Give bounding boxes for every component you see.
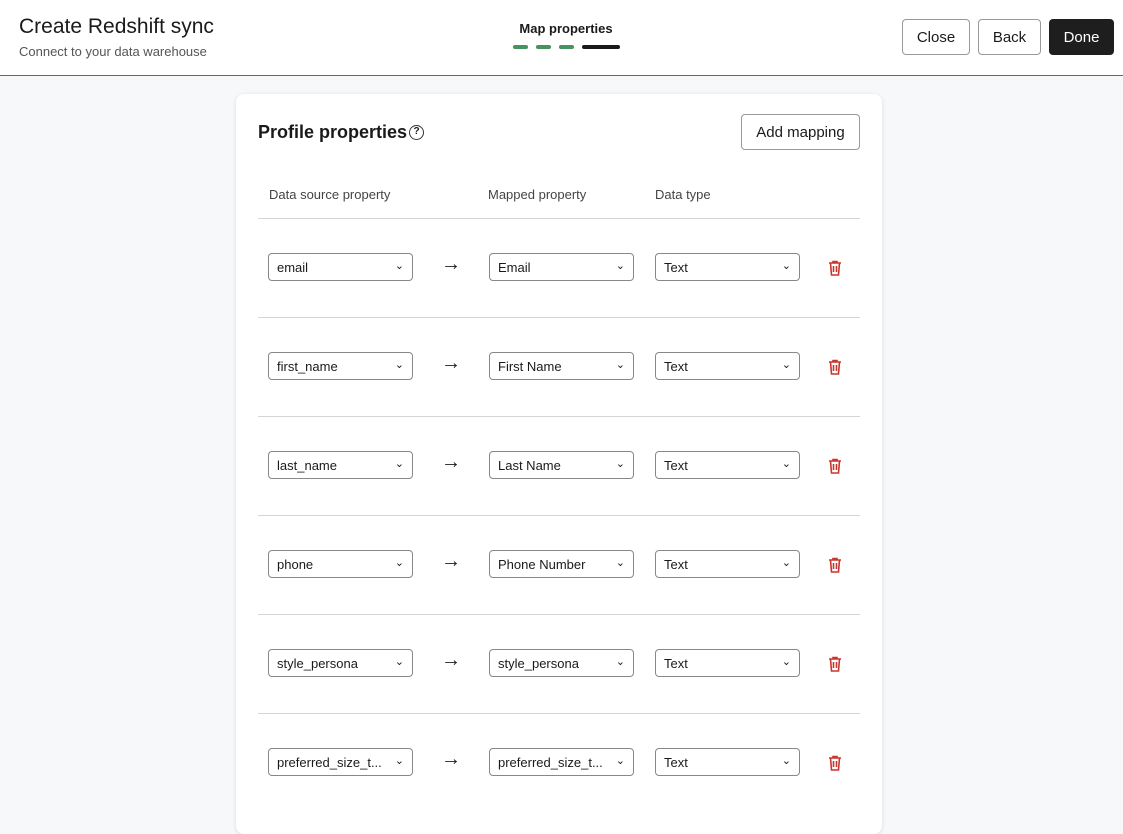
select-value: style_persona <box>277 656 358 671</box>
chevron-down-icon: ⌄ <box>615 656 625 668</box>
select-value: style_persona <box>498 656 579 671</box>
chevron-down-icon: ⌄ <box>615 359 625 371</box>
select-value: Text <box>664 557 688 572</box>
step-label: Map properties <box>519 21 613 36</box>
mapped-property-select[interactable]: Email ⌄ <box>489 253 634 281</box>
step-dot <box>536 45 551 49</box>
chevron-down-icon: ⌄ <box>394 359 404 371</box>
trash-icon[interactable] <box>826 259 844 277</box>
column-header: Data source property <box>269 187 391 202</box>
chevron-down-icon: ⌄ <box>781 557 791 569</box>
step-dot-current <box>582 45 620 49</box>
chevron-down-icon: ⌄ <box>615 755 625 767</box>
arrow-right-icon: → <box>441 748 461 770</box>
card-title: Profile properties <box>258 122 408 142</box>
select-value: First Name <box>498 359 562 374</box>
done-button[interactable]: Done <box>1049 19 1114 55</box>
source-property-select[interactable]: email ⌄ <box>268 253 413 281</box>
arrow-right-icon: → <box>441 253 461 275</box>
select-value: Text <box>664 458 688 473</box>
chevron-down-icon: ⌄ <box>781 359 791 371</box>
mapped-property-select[interactable]: First Name ⌄ <box>489 352 634 380</box>
row-divider <box>258 713 860 714</box>
select-value: phone <box>277 557 314 572</box>
trash-icon[interactable] <box>826 655 844 673</box>
trash-icon[interactable] <box>826 754 844 772</box>
select-value: preferred_size_t... <box>498 755 603 770</box>
chevron-down-icon: ⌄ <box>781 260 791 272</box>
data-type-select[interactable]: Text ⌄ <box>655 253 800 281</box>
select-value: Text <box>664 755 688 770</box>
profile-properties-card: Profile properties ? Add mapping Data so… <box>236 94 882 834</box>
data-type-select[interactable]: Text ⌄ <box>655 748 800 776</box>
arrow-right-icon: → <box>441 352 461 374</box>
page-subtitle: Connect to your data warehouse <box>19 44 207 59</box>
select-value: first_name <box>277 359 338 374</box>
add-mapping-button[interactable]: Add mapping <box>741 114 860 150</box>
select-value: last_name <box>277 458 337 473</box>
select-value: Text <box>664 656 688 671</box>
trash-icon[interactable] <box>826 358 844 376</box>
row-divider <box>258 317 860 318</box>
data-type-select[interactable]: Text ⌄ <box>655 550 800 578</box>
chevron-down-icon: ⌄ <box>781 755 791 767</box>
mapped-property-select[interactable]: preferred_size_t... ⌄ <box>489 748 634 776</box>
step-dot <box>513 45 528 49</box>
step-progress <box>513 45 620 49</box>
select-value: Last Name <box>498 458 561 473</box>
chevron-down-icon: ⌄ <box>781 656 791 668</box>
chevron-down-icon: ⌄ <box>781 458 791 470</box>
chevron-down-icon: ⌄ <box>615 458 625 470</box>
select-value: Phone Number <box>498 557 586 572</box>
select-value: email <box>277 260 309 275</box>
select-value: Email <box>498 260 531 275</box>
source-property-select[interactable]: first_name ⌄ <box>268 352 413 380</box>
chevron-down-icon: ⌄ <box>615 260 625 272</box>
chevron-down-icon: ⌄ <box>394 656 404 668</box>
arrow-right-icon: → <box>441 451 461 473</box>
mapped-property-select[interactable]: style_persona ⌄ <box>489 649 634 677</box>
help-icon[interactable]: ? <box>409 125 424 140</box>
header: Create Redshift sync Connect to your dat… <box>0 0 1123 76</box>
mapped-property-select[interactable]: Last Name ⌄ <box>489 451 634 479</box>
row-divider <box>258 614 860 615</box>
chevron-down-icon: ⌄ <box>394 755 404 767</box>
arrow-right-icon: → <box>441 550 461 572</box>
back-button[interactable]: Back <box>978 19 1041 55</box>
source-property-select[interactable]: last_name ⌄ <box>268 451 413 479</box>
chevron-down-icon: ⌄ <box>394 557 404 569</box>
data-type-select[interactable]: Text ⌄ <box>655 649 800 677</box>
row-divider <box>258 515 860 516</box>
page-title: Create Redshift sync <box>19 15 214 38</box>
data-type-select[interactable]: Text ⌄ <box>655 352 800 380</box>
row-divider <box>258 218 860 219</box>
source-property-select[interactable]: phone ⌄ <box>268 550 413 578</box>
source-property-select[interactable]: style_persona ⌄ <box>268 649 413 677</box>
data-type-select[interactable]: Text ⌄ <box>655 451 800 479</box>
select-value: Text <box>664 260 688 275</box>
select-value: preferred_size_t... <box>277 755 382 770</box>
trash-icon[interactable] <box>826 556 844 574</box>
row-divider <box>258 416 860 417</box>
select-value: Text <box>664 359 688 374</box>
chevron-down-icon: ⌄ <box>394 260 404 272</box>
chevron-down-icon: ⌄ <box>394 458 404 470</box>
column-header: Data type <box>655 187 711 202</box>
source-property-select[interactable]: preferred_size_t... ⌄ <box>268 748 413 776</box>
chevron-down-icon: ⌄ <box>615 557 625 569</box>
trash-icon[interactable] <box>826 457 844 475</box>
arrow-right-icon: → <box>441 649 461 671</box>
close-button[interactable]: Close <box>902 19 970 55</box>
mapped-property-select[interactable]: Phone Number ⌄ <box>489 550 634 578</box>
step-dot <box>559 45 574 49</box>
column-header: Mapped property <box>488 187 587 202</box>
